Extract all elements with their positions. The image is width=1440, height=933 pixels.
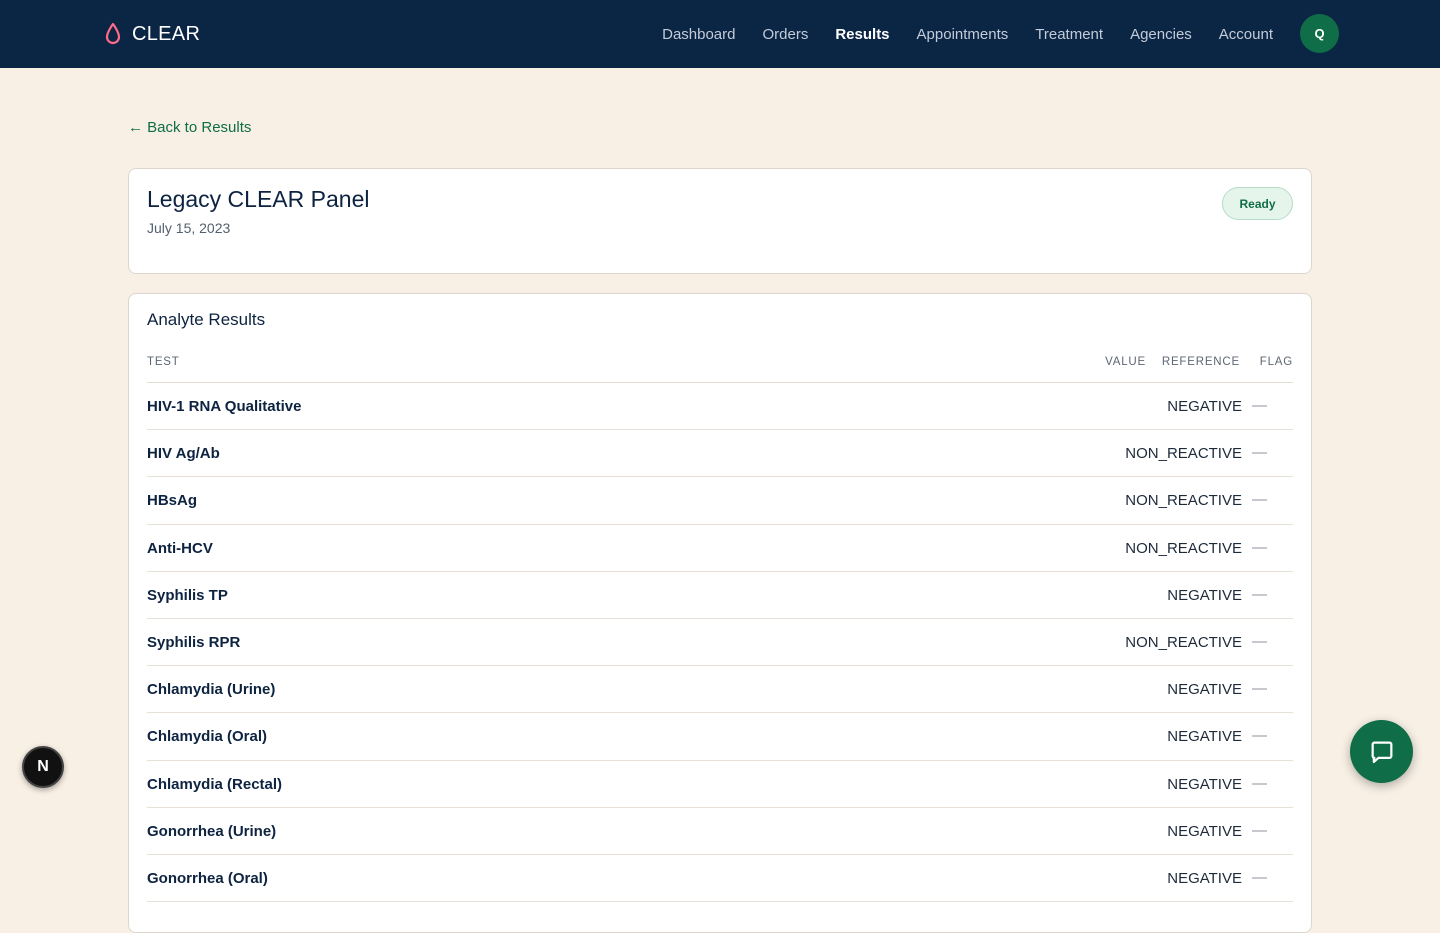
nav-dashboard[interactable]: Dashboard <box>662 26 735 43</box>
test-name: Gonorrhea (Urine) <box>147 822 277 840</box>
table-row: Chlamydia (Rectal) NEGATIVE — <box>147 761 1293 808</box>
reference-value: NON_REACTIVE <box>1125 492 1242 510</box>
user-avatar[interactable]: Q <box>1300 14 1339 53</box>
table-header: TEST VALUE REFERENCE FLAG <box>147 354 1293 383</box>
table-row: Chlamydia (Urine) NEGATIVE — <box>147 666 1293 714</box>
panel-summary-card: Legacy CLEAR Panel July 15, 2023 Ready <box>128 168 1312 274</box>
table-row: Syphilis TP NEGATIVE — <box>147 572 1293 619</box>
nav-treatment[interactable]: Treatment <box>1035 26 1103 43</box>
table-row: Chlamydia (Oral) NEGATIVE — <box>147 713 1293 761</box>
flag-value: — <box>1252 397 1267 414</box>
brand-name: CLEAR <box>132 22 201 45</box>
reference-value: NEGATIVE <box>1167 728 1242 746</box>
table-row: Anti-HCV NON_REACTIVE — <box>147 525 1293 572</box>
dev-tools-badge[interactable]: N <box>22 746 64 788</box>
flag-value: — <box>1252 868 1267 886</box>
nav-results[interactable]: Results <box>835 26 889 43</box>
page-title: Legacy CLEAR Panel <box>147 186 370 212</box>
column-header-test: TEST <box>147 356 180 368</box>
reference-value: NEGATIVE <box>1167 681 1242 699</box>
table-row: Syphilis RPR NON_REACTIVE — <box>147 619 1293 667</box>
brand-logo[interactable]: CLEAR <box>104 20 200 48</box>
back-to-results-link[interactable]: ← Back to Results <box>128 119 251 136</box>
flag-value: — <box>1252 680 1267 698</box>
reference-value: NON_REACTIVE <box>1125 539 1242 557</box>
flag-value: — <box>1252 585 1267 603</box>
table-row: Gonorrhea (Oral) NEGATIVE — <box>147 855 1293 903</box>
reference-value: NEGATIVE <box>1167 869 1242 887</box>
nav-account[interactable]: Account <box>1219 26 1273 43</box>
test-name: Chlamydia (Oral) <box>147 728 268 746</box>
column-header-reference: REFERENCE <box>1161 356 1240 368</box>
flag-value: — <box>1252 491 1267 509</box>
analyte-results-card: Analyte Results TEST VALUE REFERENCE FLA… <box>128 293 1312 933</box>
test-name: HIV-1 RNA Qualitative <box>147 398 302 415</box>
chat-bubble-icon <box>1371 741 1392 763</box>
status-badge: Ready <box>1222 187 1293 220</box>
table-row: HBsAg NON_REACTIVE — <box>147 477 1293 525</box>
reference-value: NEGATIVE <box>1167 586 1242 604</box>
table-row: HIV Ag/Ab NON_REACTIVE — <box>147 430 1293 478</box>
chat-button[interactable] <box>1350 720 1413 783</box>
flag-value: — <box>1252 727 1267 745</box>
flag-value: — <box>1252 774 1267 792</box>
test-name: Gonorrhea (Oral) <box>147 869 268 887</box>
nav-agencies[interactable]: Agencies <box>1130 26 1192 43</box>
reference-value: NON_REACTIVE <box>1125 445 1242 463</box>
test-name: Syphilis TP <box>147 586 228 604</box>
top-navigation-bar: CLEAR Dashboard Orders Results Appointme… <box>0 0 1440 68</box>
test-name: Chlamydia (Urine) <box>147 681 276 699</box>
panel-date: July 15, 2023 <box>147 220 231 236</box>
reference-value: NON_REACTIVE <box>1125 633 1242 651</box>
droplet-icon <box>105 22 121 45</box>
nav-orders[interactable]: Orders <box>763 26 809 43</box>
flag-value: — <box>1252 632 1267 650</box>
test-name: Syphilis RPR <box>147 633 241 651</box>
flag-value: — <box>1252 444 1267 462</box>
section-title: Analyte Results <box>147 310 266 329</box>
test-name: Anti-HCV <box>147 539 213 557</box>
table-body: HIV-1 RNA Qualitative NEGATIVE — HIV Ag/… <box>147 383 1293 903</box>
column-header-value: VALUE <box>1105 356 1146 368</box>
flag-value: — <box>1252 821 1267 839</box>
nav-appointments[interactable]: Appointments <box>917 26 1009 43</box>
reference-value: NEGATIVE <box>1167 398 1242 415</box>
column-header-flag: FLAG <box>1259 356 1293 368</box>
test-name: HIV Ag/Ab <box>147 445 220 463</box>
test-name: Chlamydia (Rectal) <box>147 775 283 793</box>
table-row: Gonorrhea (Urine) NEGATIVE — <box>147 808 1293 855</box>
main-nav: Dashboard Orders Results Appointments Tr… <box>635 0 1273 68</box>
reference-value: NEGATIVE <box>1167 775 1242 793</box>
reference-value: NEGATIVE <box>1167 822 1242 840</box>
table-row: HIV-1 RNA Qualitative NEGATIVE — <box>147 383 1293 431</box>
flag-value: — <box>1252 538 1267 556</box>
test-name: HBsAg <box>147 492 198 510</box>
